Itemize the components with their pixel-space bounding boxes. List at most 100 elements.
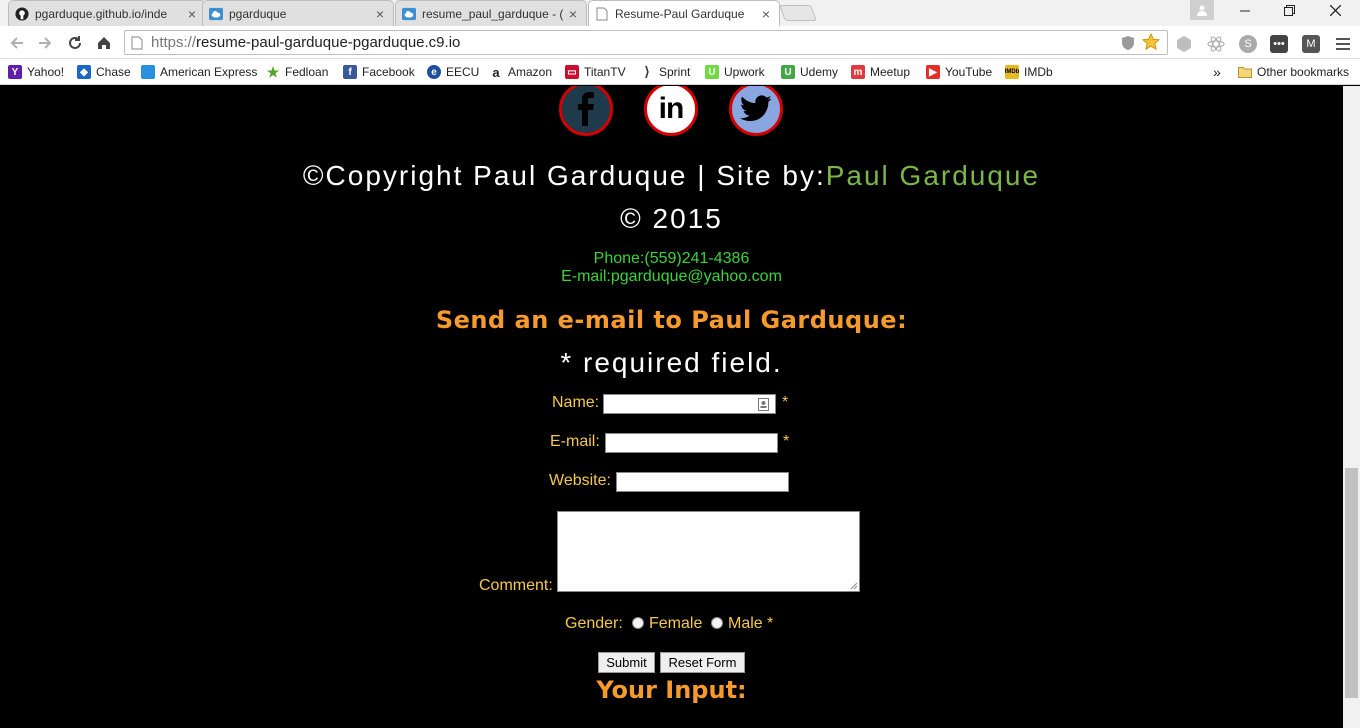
tab-resume-c9[interactable]: resume_paul_garduque - ( × [395, 0, 587, 26]
udemy-icon: U [781, 65, 795, 79]
bookmark-youtube[interactable]: ▶ YouTube [926, 63, 992, 81]
bookmark-label: Fedloan [285, 65, 329, 79]
bookmark-upwork[interactable]: U Upwork [705, 63, 765, 81]
comment-textarea[interactable] [557, 511, 860, 592]
bookmark-imdb[interactable]: IMDb IMDb [1005, 63, 1053, 81]
bookmark-label: Sprint [659, 65, 691, 79]
close-tab-icon[interactable]: × [185, 6, 199, 22]
restore-window-icon[interactable] [1266, 0, 1312, 26]
facebook-icon: f [343, 65, 357, 79]
tab-github[interactable]: pgarduque.github.io/inde × [8, 0, 206, 26]
page-icon [131, 36, 145, 50]
email-label: E-mail: [550, 433, 600, 450]
yahoo-icon: Y [8, 65, 22, 79]
close-tab-icon[interactable]: × [373, 6, 387, 22]
bookmark-titantv[interactable]: ▭ TitanTV [565, 63, 626, 81]
bookmark-meetup[interactable]: m Meetup [851, 63, 910, 81]
minimize-window-icon[interactable] [1222, 0, 1268, 26]
scrollbar-thumb[interactable] [1345, 468, 1358, 698]
submit-button[interactable]: Submit [598, 652, 655, 673]
upwork-icon: U [705, 65, 719, 79]
page-scrollbar[interactable] [1343, 86, 1360, 728]
bookmark-label: Amazon [508, 65, 553, 79]
twitter-link[interactable] [729, 86, 783, 136]
name-required-marker: * [782, 394, 789, 411]
copyright-line: ©Copyright Paul Garduque | Site by:Paul … [0, 160, 1343, 192]
extension-m-icon[interactable]: M [1302, 35, 1320, 53]
url-host: resume-paul-garduque-pgarduque.c9.io [196, 34, 461, 51]
reset-form-button[interactable]: Reset Form [660, 652, 745, 673]
tab-pgarduque[interactable]: pgarduque × [202, 0, 394, 26]
gender-label: Gender: [565, 615, 623, 632]
female-radio[interactable] [632, 617, 644, 629]
sprint-icon: ⟩ [644, 64, 650, 79]
cloud9-icon [402, 7, 416, 21]
home-icon[interactable] [93, 32, 115, 54]
bookmark-label: EECU [446, 65, 480, 79]
bookmark-label: Facebook [362, 65, 415, 79]
bookmarks-overflow-icon[interactable]: » [1213, 63, 1221, 81]
bookmark-fedloan[interactable]: ★ Fedloan [266, 63, 329, 81]
eecu-icon: e [427, 65, 441, 79]
titantv-icon: ▭ [565, 65, 579, 79]
author-link[interactable]: Paul Garduque [826, 160, 1040, 191]
website-input[interactable] [616, 472, 789, 492]
email-address[interactable]: E-mail:pgarduque@yahoo.com [0, 268, 1343, 286]
your-input-heading: Your Input: [596, 676, 747, 704]
bookmark-sprint[interactable]: ⟩ Sprint [640, 63, 690, 81]
close-tab-icon[interactable]: × [566, 6, 580, 22]
autofill-contact-icon [758, 398, 769, 411]
bookmark-chase[interactable]: ◆ Chase [77, 63, 131, 81]
amex-icon [141, 65, 155, 79]
tab-title: resume_paul_garduque - ( [422, 6, 564, 21]
bookmark-label: IMDb [1024, 65, 1053, 79]
resize-handle-icon[interactable] [850, 582, 858, 590]
name-input[interactable] [603, 394, 776, 414]
phone-number: Phone:(559)241-4386 [593, 250, 750, 267]
github-icon [15, 6, 29, 21]
bookmark-label: Udemy [800, 65, 839, 79]
bookmark-udemy[interactable]: U Udemy [781, 63, 838, 81]
facebook-icon [578, 92, 594, 126]
back-arrow-icon[interactable] [6, 32, 28, 54]
shield-icon[interactable] [1119, 34, 1137, 52]
profile-icon[interactable] [1190, 0, 1214, 20]
extension-dots-icon[interactable]: ••• [1270, 35, 1288, 53]
close-tab-icon[interactable]: × [759, 6, 773, 22]
copyright-year: © 2015 [620, 203, 723, 234]
bookmark-american-express[interactable]: American Express [141, 63, 257, 81]
reload-icon[interactable] [64, 32, 86, 54]
star-bookmark-icon[interactable] [1142, 33, 1160, 51]
forward-arrow-icon[interactable] [34, 32, 56, 54]
female-label[interactable]: Female [649, 615, 702, 633]
male-label[interactable]: Male [728, 615, 763, 633]
bookmark-eecu[interactable]: e EECU [427, 63, 479, 81]
facebook-link[interactable] [559, 86, 613, 136]
twitter-icon [740, 95, 772, 122]
bookmark-amazon[interactable]: a Amazon [489, 63, 552, 81]
form-heading: Send an e-mail to Paul Garduque: [435, 306, 908, 334]
tab-resume-active[interactable]: Resume-Paul Garduque × [588, 0, 780, 26]
comment-label: Comment: [479, 577, 553, 594]
tab-title: pgarduque [229, 6, 287, 21]
linkedin-link[interactable]: in [644, 86, 698, 136]
tab-title: Resume-Paul Garduque [615, 6, 745, 21]
website-label: Website: [549, 472, 611, 489]
bookmark-yahoo[interactable]: Y Yahoo! [8, 63, 64, 81]
email-input[interactable] [605, 433, 778, 453]
extension-cube-icon[interactable] [1175, 35, 1193, 53]
extension-react-icon[interactable] [1207, 35, 1225, 53]
chrome-menu-icon[interactable] [1334, 35, 1352, 53]
bookmark-facebook[interactable]: f Facebook [343, 63, 415, 81]
address-bar[interactable]: https://resume-paul-garduque-pgarduque.c… [124, 30, 1168, 55]
other-bookmarks[interactable]: Other bookmarks [1238, 63, 1349, 81]
name-label: Name: [552, 394, 600, 411]
tab-title: pgarduque.github.io/inde [35, 6, 168, 21]
meetup-icon: m [851, 65, 865, 79]
bookmark-label: TitanTV [584, 65, 626, 79]
new-tab-button[interactable] [779, 5, 817, 21]
male-radio[interactable] [711, 617, 723, 629]
required-note: * required field. [560, 347, 783, 378]
skype-icon[interactable]: S [1239, 35, 1257, 53]
close-window-icon[interactable] [1312, 0, 1358, 26]
